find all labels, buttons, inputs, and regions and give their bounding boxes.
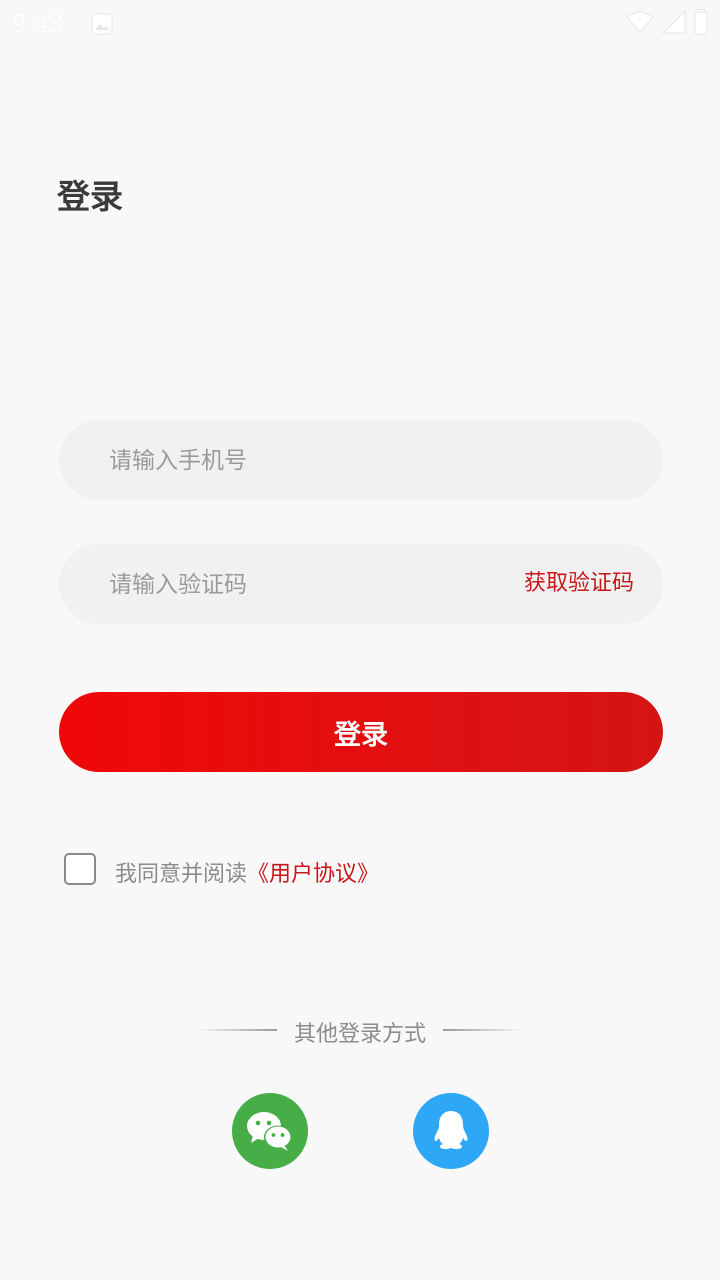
signal-icon (661, 9, 686, 38)
page-title: 登录 (57, 177, 123, 216)
wechat-login-button[interactable] (232, 1093, 308, 1169)
qq-login-button[interactable] (413, 1093, 489, 1169)
status-time: 9:43 (12, 8, 63, 38)
other-login-title: 其他登录方式 (293, 1022, 426, 1047)
battery-icon (694, 9, 708, 39)
phone-input[interactable] (107, 420, 511, 502)
login-screen: 9:43 登录 请输入手机号 请输入验证码 获取验证码 登录 我同意并阅读《用户… (0, 0, 720, 1280)
login-button[interactable]: 登录 (59, 692, 663, 772)
get-code-button[interactable]: 获取验证码 (524, 544, 634, 624)
agreement-text: 我同意并阅读《用户协议》 (115, 856, 379, 888)
divider-right (443, 1029, 523, 1031)
phone-field[interactable] (59, 420, 663, 502)
code-field[interactable]: 获取验证码 (59, 544, 663, 626)
status-bar: 9:43 (0, 0, 720, 48)
agreement-checkbox[interactable] (64, 853, 96, 885)
wifi-icon (626, 11, 654, 37)
status-icons (626, 9, 708, 39)
image-icon (91, 13, 113, 35)
user-agreement-link[interactable]: 《用户协议》 (247, 862, 379, 887)
divider-left (197, 1029, 277, 1031)
agreement-prefix: 我同意并阅读 (115, 862, 248, 887)
code-input[interactable] (107, 544, 511, 626)
